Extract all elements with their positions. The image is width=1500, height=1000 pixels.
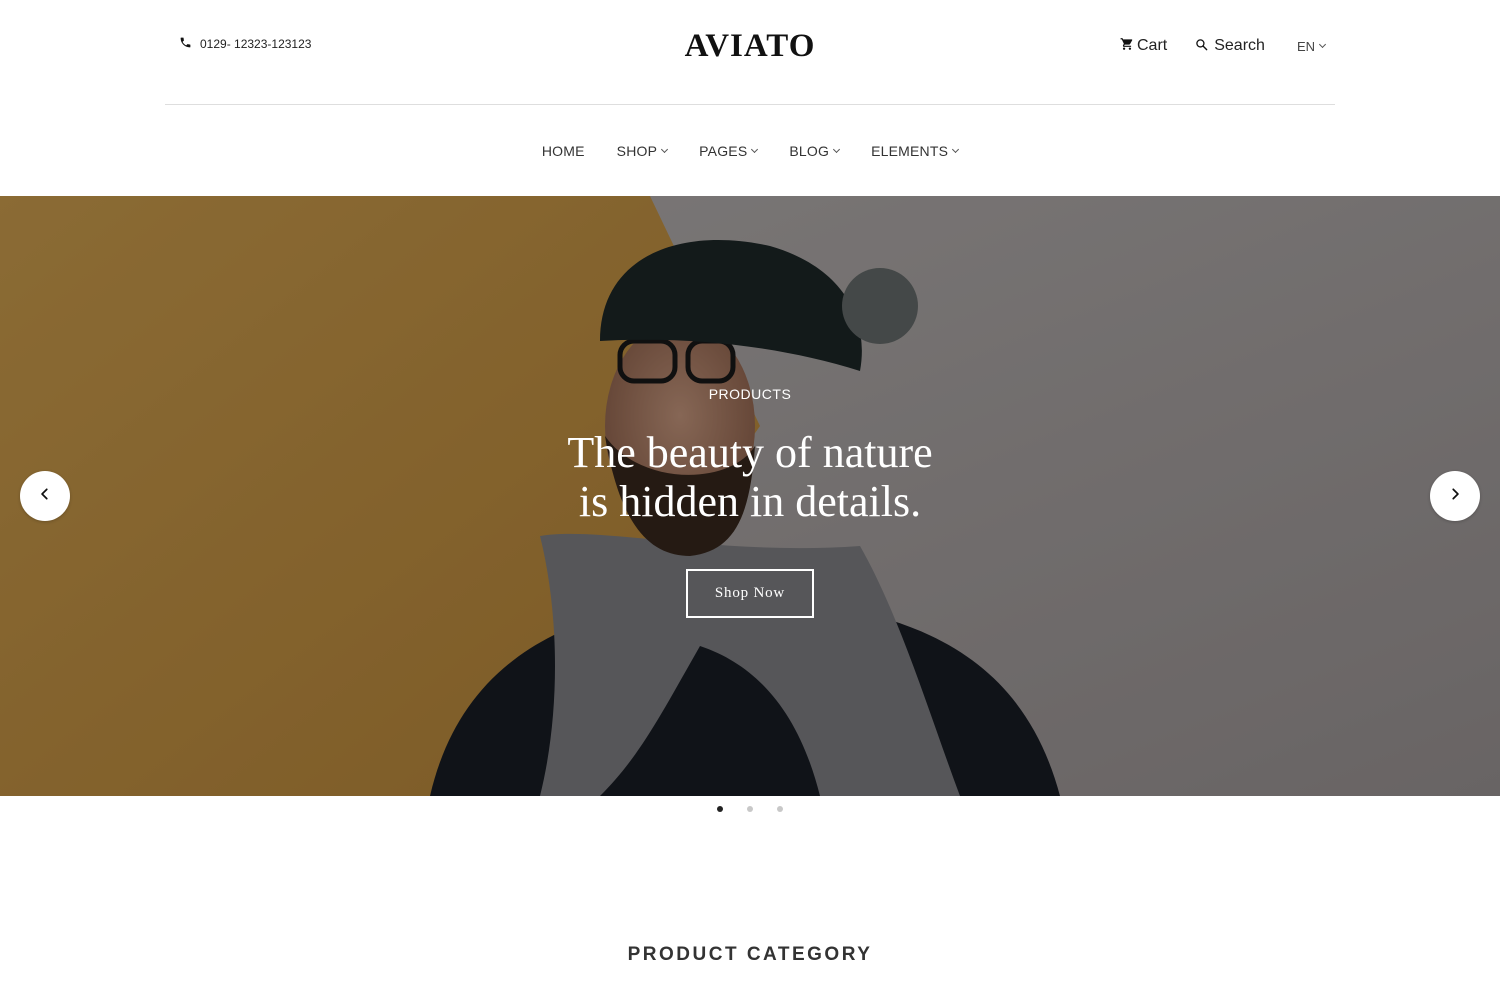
nav-item-elements[interactable]: ELEMENTS (871, 143, 960, 159)
top-actions: Cart Search EN (1120, 36, 1327, 56)
hero-kicker: PRODUCTS (708, 386, 792, 402)
language-value: EN (1296, 38, 1315, 54)
chevron-down-icon (751, 145, 759, 154)
search-label: Search (1214, 37, 1265, 54)
top-bar: 0129- 12323-123123 AVIATO Cart Search EN (165, 0, 1335, 105)
nav-item-label: PAGES (699, 143, 748, 159)
nav-item-shop[interactable]: SHOP (616, 143, 669, 159)
hero-content: PRODUCTS The beauty of nature is hidden … (0, 196, 1500, 796)
logo-text[interactable]: AVIATO (685, 28, 816, 64)
hero-title: The beauty of nature is hidden in detail… (0, 428, 1500, 526)
nav-item-label: ELEMENTS (871, 143, 949, 159)
language-selector[interactable]: EN (1296, 38, 1327, 54)
nav-item-pages[interactable]: PAGES (699, 143, 759, 159)
nav-item-label: BLOG (789, 143, 830, 159)
chevron-down-icon (833, 145, 841, 154)
phone-icon (179, 36, 192, 52)
nav-item-home[interactable]: HOME (542, 143, 585, 159)
section-title-product-category: PRODUCT CATEGORY (627, 944, 873, 965)
shop-now-button[interactable]: Shop Now (686, 569, 814, 618)
slider-dot-2[interactable] (747, 806, 753, 812)
nav-item-label: HOME (541, 143, 585, 159)
hero-slider: PRODUCTS The beauty of nature is hidden … (0, 196, 1500, 796)
hero-title-line-2: is hidden in details. (578, 477, 922, 526)
chevron-down-icon (1318, 40, 1327, 49)
phone-contact[interactable]: 0129- 12323-123123 (179, 36, 311, 52)
cart-label: Cart (1137, 37, 1168, 54)
search-link[interactable]: Search (1195, 36, 1265, 56)
slider-next-button[interactable] (1430, 471, 1480, 521)
chevron-left-icon (38, 487, 52, 506)
phone-number: 0129- 12323-123123 (200, 37, 312, 51)
main-nav: HOME SHOP PAGES BLOG ELEMENTS (0, 106, 1500, 196)
cart-link[interactable]: Cart (1120, 37, 1167, 56)
slider-dot-3[interactable] (777, 806, 783, 812)
slider-prev-button[interactable] (20, 471, 70, 521)
nav-item-blog[interactable]: BLOG (789, 143, 841, 159)
slider-dot-1[interactable] (717, 806, 723, 812)
cart-icon (1120, 37, 1134, 56)
chevron-down-icon (952, 145, 960, 154)
hero-title-line-1: The beauty of nature (567, 428, 933, 477)
search-icon (1195, 36, 1208, 56)
slider-dots (0, 806, 1500, 812)
chevron-right-icon (1448, 487, 1462, 506)
chevron-down-icon (661, 145, 669, 154)
nav-item-label: SHOP (616, 143, 658, 159)
